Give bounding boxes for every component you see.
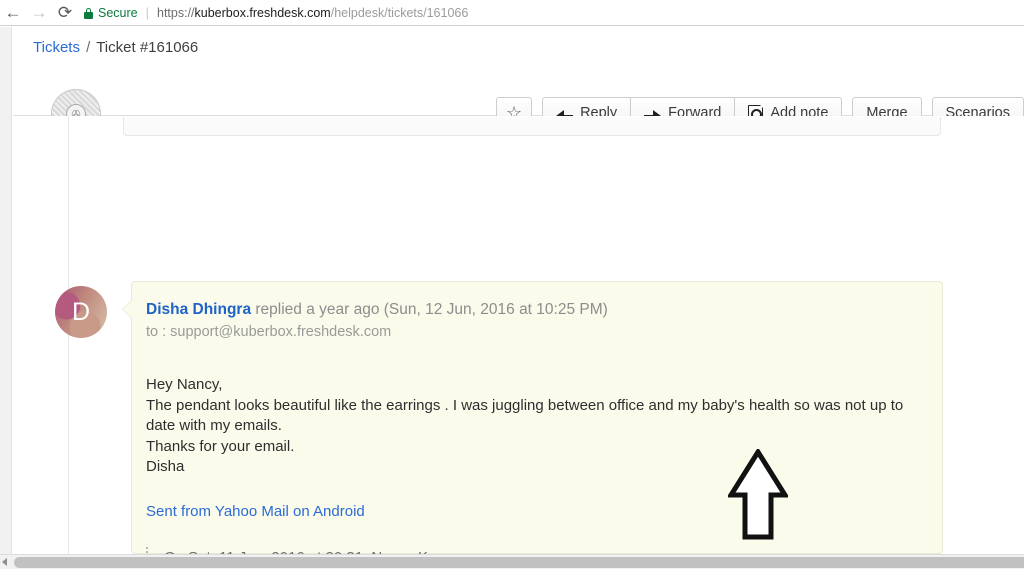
previous-message-card-partial[interactable] <box>123 117 941 136</box>
breadcrumb-current-ticket: Ticket #161066 <box>96 39 199 56</box>
signature-link[interactable]: Sent from Yahoo Mail on Android <box>146 503 365 520</box>
address-bar-divider: | <box>145 5 149 20</box>
conversation-thread: D Disha Dhingra replied a year ago (Sun,… <box>13 116 1024 554</box>
page-left-gutter <box>0 27 12 555</box>
ticket-header: Tickets / Ticket #161066 ✇ ☆ Reply Forwa… <box>13 27 1024 139</box>
message-header: Disha Dhingra replied a year ago (Sun, 1… <box>146 301 608 319</box>
message-recipient: to : support@kuberbox.freshdesk.com <box>146 324 392 340</box>
horizontal-scrollbar-thumb[interactable] <box>14 557 1024 568</box>
url-scheme: https:// <box>157 5 195 20</box>
browser-back-button[interactable]: ← <box>0 0 26 26</box>
message-body: Hey Nancy, The pendant looks beautiful l… <box>146 376 904 475</box>
browser-forward-button[interactable]: → <box>26 0 52 26</box>
breadcrumb-separator: / <box>86 39 91 56</box>
breadcrumb-tickets-link[interactable]: Tickets <box>33 39 80 56</box>
arrow-up-outline-icon <box>728 449 788 540</box>
address-bar[interactable]: Secure | https:// kuberbox.freshdesk.com… <box>84 0 468 26</box>
browser-toolbar: ← → ⟳ Secure | https:// kuberbox.freshde… <box>0 0 1024 26</box>
lock-icon <box>84 7 93 19</box>
security-label: Secure <box>98 5 138 20</box>
message-card[interactable]: Disha Dhingra replied a year ago (Sun, 1… <box>122 281 943 554</box>
message-sender-name[interactable]: Disha Dhingra <box>146 301 251 318</box>
message-pointer <box>123 300 132 318</box>
quote-attribution: On Sat, 11 Jun, 2016 at 20:31, Nancy K <… <box>164 547 936 554</box>
quoted-message-outer: On Sat, 11 Jun, 2016 at 20:31, Nancy K <… <box>146 547 936 554</box>
breadcrumb: Tickets / Ticket #161066 <box>33 39 198 56</box>
browser-reload-button[interactable]: ⟳ <box>52 0 78 26</box>
url-path: /helpdesk/tickets/161066 <box>330 5 469 20</box>
avatar: D <box>55 286 107 338</box>
url-host: kuberbox.freshdesk.com <box>194 5 331 20</box>
message-timestamp: replied a year ago (Sun, 12 Jun, 2016 at… <box>251 301 608 318</box>
scroll-left-arrow-icon[interactable] <box>2 558 7 566</box>
horizontal-scrollbar[interactable] <box>0 554 1024 569</box>
